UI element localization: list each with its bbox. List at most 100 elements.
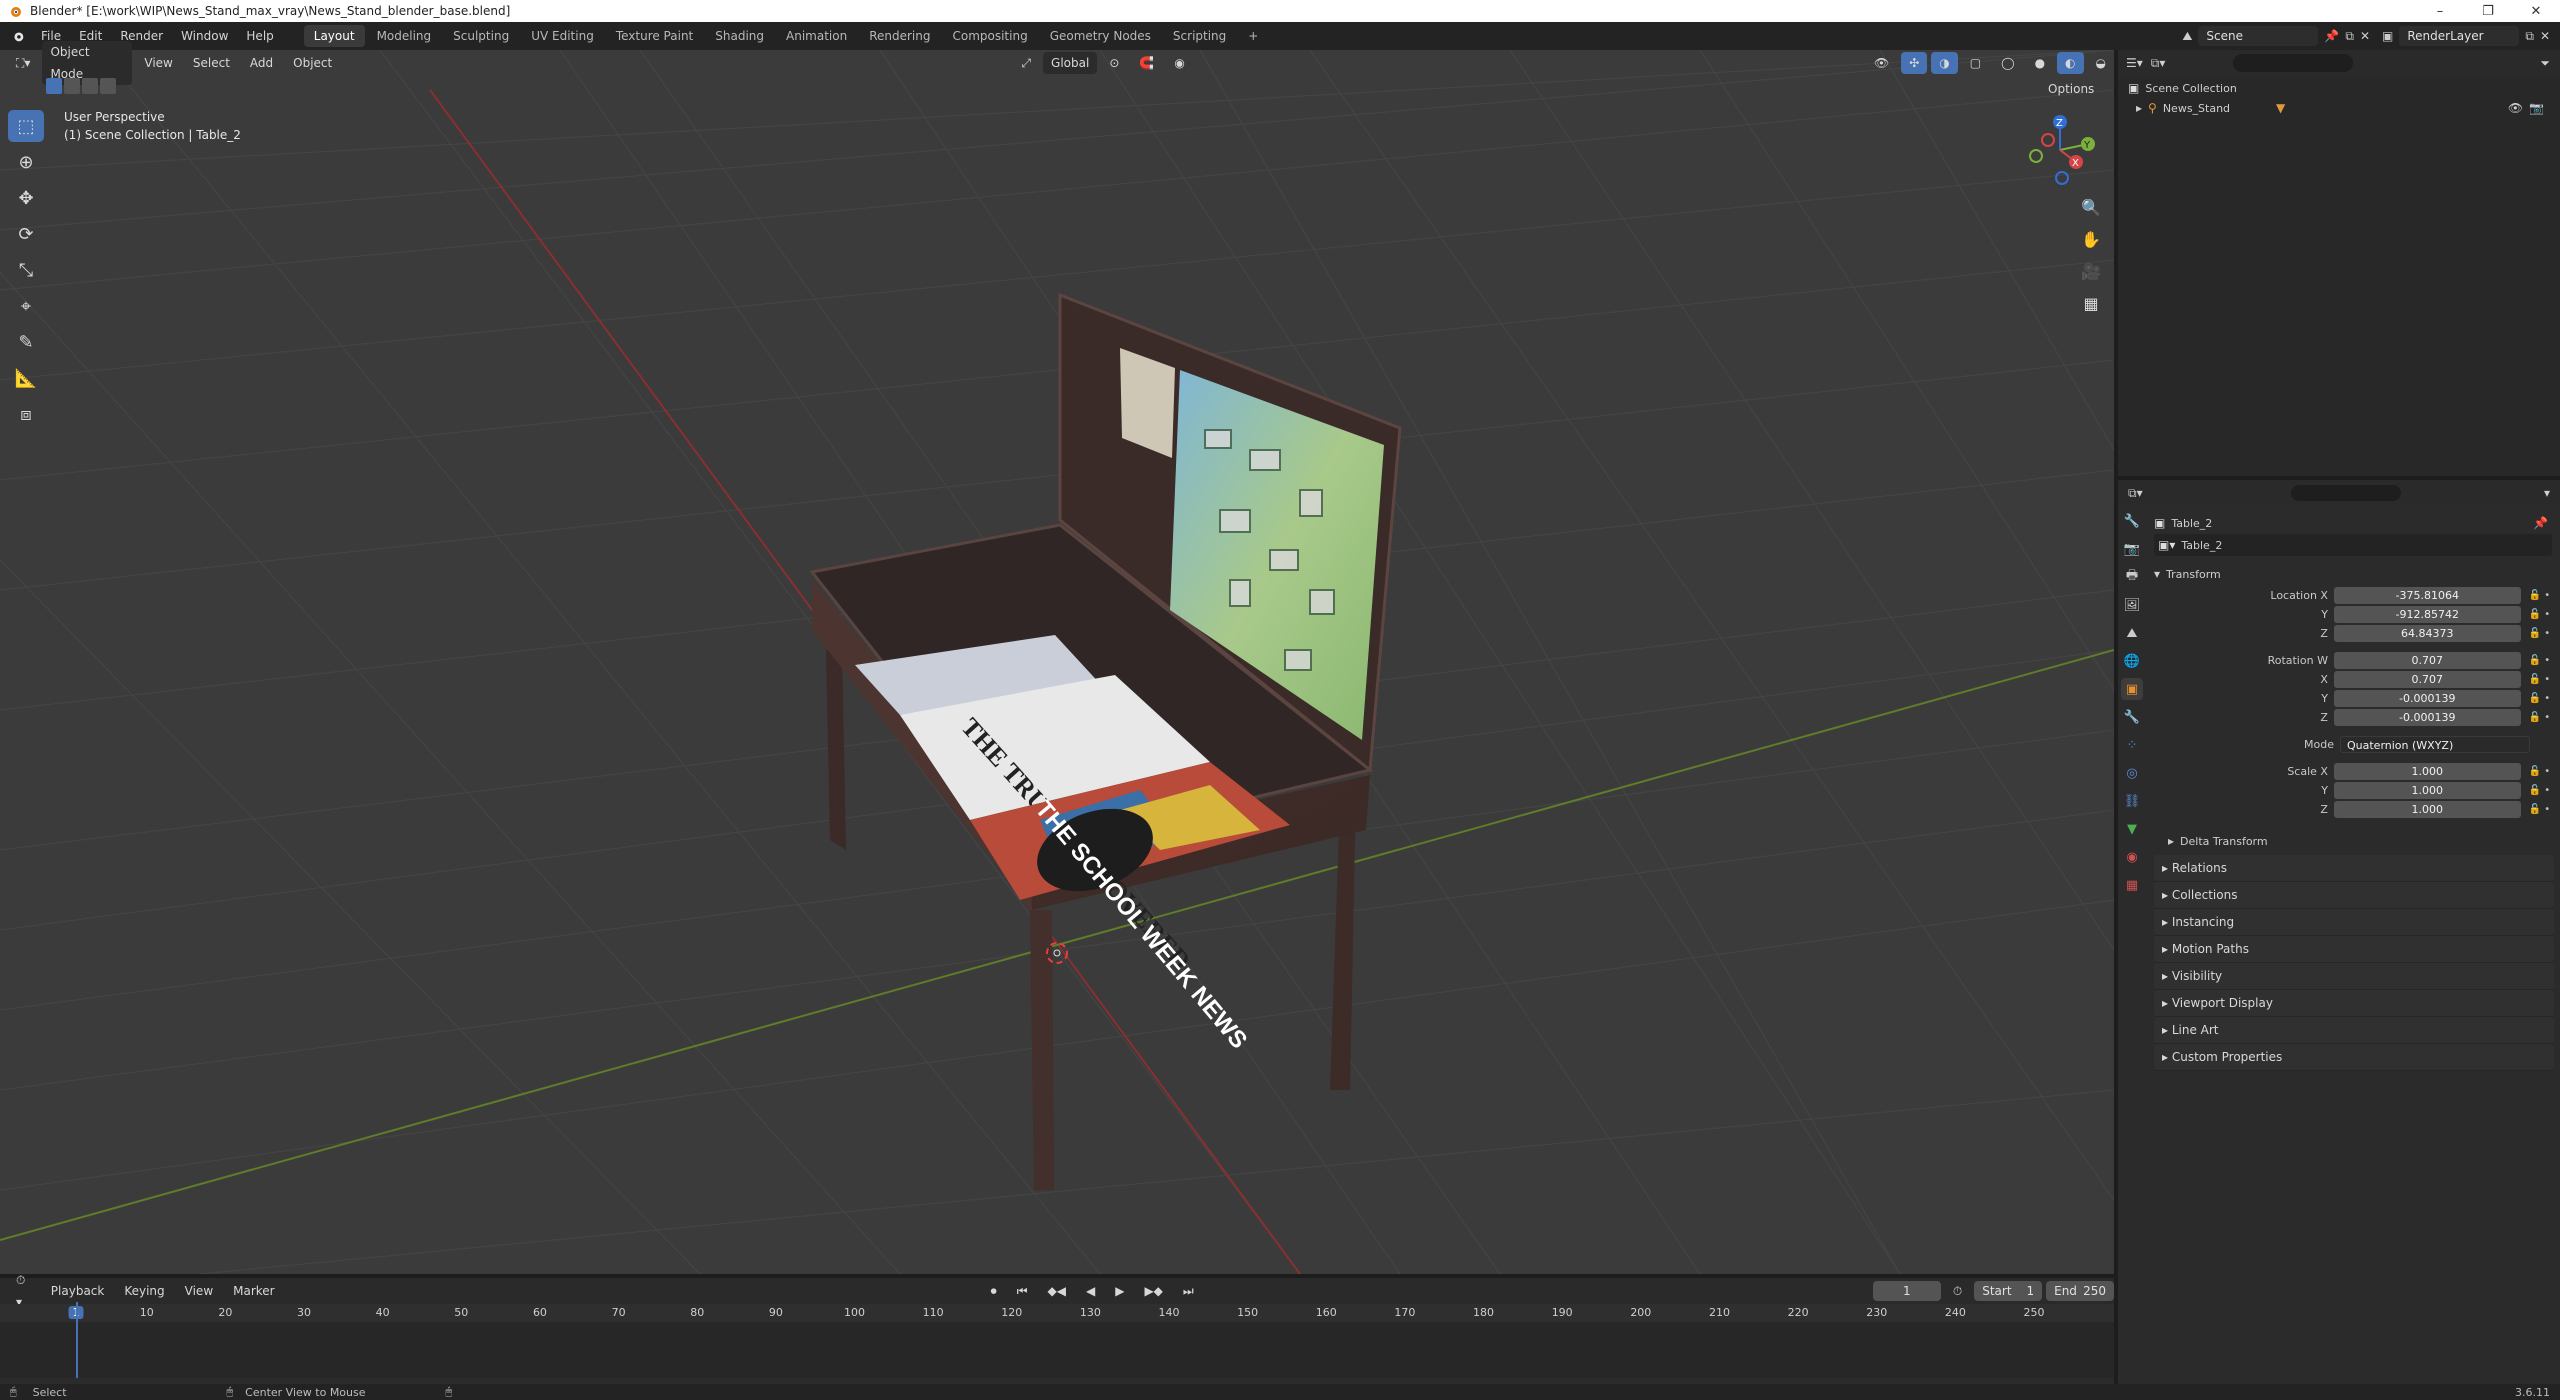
- section-line-art[interactable]: ▸ Line Art: [2154, 1017, 2554, 1044]
- filter-icon[interactable]: ⏷: [2540, 56, 2550, 71]
- constraints-tab-icon[interactable]: ⛓: [2121, 790, 2143, 812]
- section-instancing[interactable]: ▸ Instancing: [2154, 909, 2554, 936]
- scene-selector[interactable]: Scene: [2198, 26, 2319, 46]
- start-frame-field[interactable]: Start 1: [1974, 1281, 2043, 1301]
- outliner-search-input[interactable]: [2233, 54, 2354, 72]
- add-menu[interactable]: Add: [242, 52, 281, 74]
- gizmo-toggle-icon[interactable]: ✣: [1901, 52, 1928, 74]
- end-frame-field[interactable]: End 250: [2046, 1281, 2115, 1301]
- section-custom-properties[interactable]: ▸ Custom Properties: [2154, 1044, 2554, 1071]
- object-data-name[interactable]: Table_2: [2181, 539, 2222, 552]
- lock-icon[interactable]: 🔓 •: [2521, 590, 2560, 601]
- render-layer-selector[interactable]: RenderLayer: [2399, 26, 2520, 46]
- rotation-w-field[interactable]: 0.707: [2333, 652, 2521, 669]
- props-editor-icon[interactable]: ⧉▾: [2128, 486, 2143, 501]
- particles-tab-icon[interactable]: ⁘: [2121, 734, 2143, 756]
- new-layer-icon[interactable]: ⧉: [2525, 29, 2534, 44]
- shading-material-icon[interactable]: ◐: [2057, 52, 2084, 74]
- jump-start-icon[interactable]: ⏮: [1009, 1280, 1036, 1302]
- shading-solid-icon[interactable]: ●: [2027, 52, 2053, 74]
- annotate-tool-icon[interactable]: ✎: [8, 326, 44, 358]
- keying-menu[interactable]: Keying: [116, 1280, 172, 1302]
- options-button[interactable]: Options: [2040, 78, 2102, 100]
- select-extend-icon[interactable]: [64, 78, 80, 94]
- outliner-root[interactable]: Scene Collection: [2145, 82, 2236, 95]
- rotation-mode-dropdown[interactable]: Quaternion (WXYZ): [2340, 736, 2530, 753]
- add-cube-icon[interactable]: ⧈: [8, 398, 44, 430]
- lock-icon[interactable]: 🔓 •: [2521, 804, 2560, 815]
- 3d-viewport[interactable]: THE TRUTH UNCOVERED THE SCHOOL WEEK NEWS: [0, 50, 2114, 1274]
- play-reverse-icon[interactable]: ◀: [1078, 1280, 1103, 1302]
- delta-transform-section[interactable]: Delta Transform: [2180, 835, 2268, 848]
- tab-geometry-nodes[interactable]: Geometry Nodes: [1040, 25, 1161, 47]
- delta-expand-icon[interactable]: ▸: [2168, 834, 2174, 848]
- shading-wireframe-icon[interactable]: ◯: [1993, 52, 2022, 74]
- outliner-editor-icon[interactable]: ☰▾: [2126, 56, 2143, 70]
- transform-title[interactable]: Transform: [2166, 568, 2221, 581]
- maximize-button[interactable]: ❐: [2464, 4, 2512, 19]
- scale-tool-icon[interactable]: ⤡: [8, 254, 44, 286]
- stopwatch-icon[interactable]: ⏱: [1945, 1280, 1970, 1302]
- view-layer-tab-icon[interactable]: 🖼: [2121, 594, 2143, 616]
- playback-menu[interactable]: Playback: [43, 1280, 113, 1302]
- select-subtract-icon[interactable]: [82, 78, 98, 94]
- location-x-field[interactable]: -375.81064: [2333, 587, 2521, 604]
- scale-x-field[interactable]: 1.000: [2333, 763, 2521, 780]
- record-icon[interactable]: ⏺: [983, 1280, 1005, 1302]
- proportional-edit-icon[interactable]: ◉: [1166, 52, 1192, 74]
- next-keyframe-icon[interactable]: ▶◆: [1136, 1280, 1170, 1302]
- rotation-y-field[interactable]: -0.000139: [2333, 690, 2521, 707]
- section-collections[interactable]: ▸ Collections: [2154, 882, 2554, 909]
- scene-tab-icon[interactable]: ⛰: [2121, 622, 2143, 644]
- play-icon[interactable]: ▶: [1107, 1280, 1132, 1302]
- texture-tab-icon[interactable]: ▦: [2121, 874, 2143, 896]
- delete-scene-icon[interactable]: ✕: [2360, 29, 2370, 43]
- output-tab-icon[interactable]: 🖶: [2121, 566, 2143, 588]
- render-tab-icon[interactable]: 📷: [2121, 538, 2143, 560]
- scale-y-field[interactable]: 1.000: [2333, 782, 2521, 799]
- world-tab-icon[interactable]: 🌐: [2121, 650, 2143, 672]
- section-visibility[interactable]: ▸ Visibility: [2154, 963, 2554, 990]
- select-menu[interactable]: Select: [185, 52, 238, 74]
- lock-icon[interactable]: 🔓 •: [2521, 655, 2560, 666]
- current-frame-field[interactable]: 1: [1872, 1281, 1941, 1301]
- new-scene-icon[interactable]: ⧉: [2345, 29, 2354, 44]
- tool-tab-icon[interactable]: 🔧: [2121, 510, 2143, 532]
- section-viewport-display[interactable]: ▸ Viewport Display: [2154, 990, 2554, 1017]
- rotate-tool-icon[interactable]: ⟳: [8, 218, 44, 250]
- ortho-grid-icon[interactable]: ▦: [2076, 288, 2106, 318]
- object-data-icon[interactable]: ▣▾: [2158, 538, 2175, 552]
- move-tool-icon[interactable]: ✥: [8, 182, 44, 214]
- display-mode-icon[interactable]: ⧉▾: [2151, 56, 2166, 71]
- blender-menu-icon[interactable]: [10, 29, 26, 43]
- jump-end-icon[interactable]: ⏭: [1175, 1280, 1202, 1302]
- measure-tool-icon[interactable]: 📐: [8, 362, 44, 394]
- lock-icon[interactable]: 🔓 •: [2521, 628, 2560, 639]
- tab-modeling[interactable]: Modeling: [367, 25, 442, 47]
- object-menu[interactable]: Object: [285, 52, 340, 74]
- visibility-icon[interactable]: 👁: [1866, 52, 1897, 74]
- add-workspace-button[interactable]: +: [1238, 25, 1268, 47]
- playhead-line[interactable]: [76, 1302, 78, 1378]
- rotation-z-field[interactable]: -0.000139: [2333, 709, 2521, 726]
- data-tab-icon[interactable]: ▼: [2121, 818, 2143, 840]
- pin-icon[interactable]: 📌: [2324, 29, 2339, 43]
- lock-icon[interactable]: 🔓 •: [2521, 766, 2560, 777]
- navigation-gizmo[interactable]: Z Y X: [2018, 110, 2098, 190]
- pin-props-icon[interactable]: 📌: [2533, 516, 2548, 530]
- orientation-selector[interactable]: Global: [1043, 52, 1098, 74]
- select-box-icon[interactable]: ⬚: [8, 110, 44, 142]
- lock-icon[interactable]: 🔓 •: [2521, 785, 2560, 796]
- xray-icon[interactable]: ▢: [1962, 52, 1989, 74]
- tab-texture-paint[interactable]: Texture Paint: [606, 25, 703, 47]
- zoom-icon[interactable]: 🔍: [2076, 192, 2106, 222]
- scale-z-field[interactable]: 1.000: [2333, 801, 2521, 818]
- transform-collapse-icon[interactable]: ▾: [2154, 567, 2160, 581]
- overlay-toggle-icon[interactable]: ◑: [1931, 52, 1958, 74]
- delete-layer-icon[interactable]: ✕: [2540, 29, 2550, 43]
- close-button[interactable]: ✕: [2512, 4, 2560, 19]
- tab-compositing[interactable]: Compositing: [942, 25, 1037, 47]
- camera-view-icon[interactable]: 🎥: [2076, 256, 2106, 286]
- minimize-button[interactable]: –: [2416, 4, 2464, 19]
- section-motion-paths[interactable]: ▸ Motion Paths: [2154, 936, 2554, 963]
